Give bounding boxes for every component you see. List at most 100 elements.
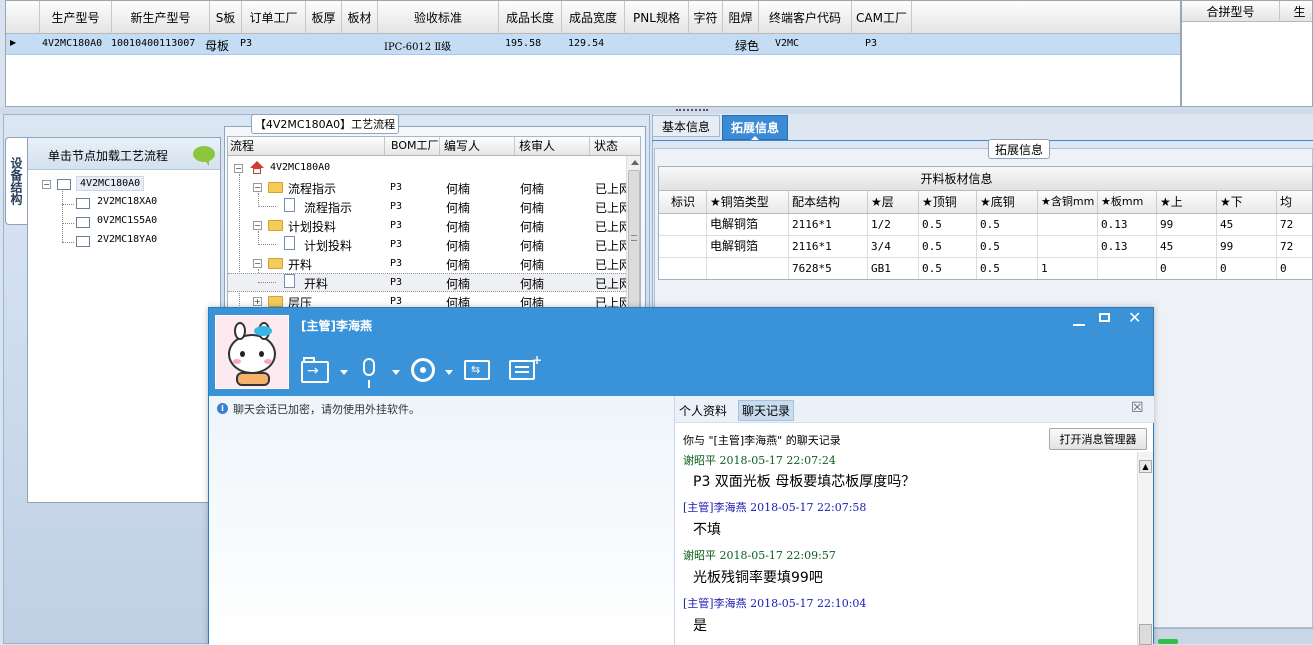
collapse-icon[interactable]: − bbox=[253, 259, 262, 268]
col-header[interactable]: 板材 bbox=[342, 1, 378, 34]
tab-basic-info[interactable]: 基本信息 bbox=[652, 115, 720, 137]
flow-tab[interactable]: 【4V2MC180A0】工艺流程 bbox=[251, 114, 399, 134]
table-row[interactable]: 电解铜箔 2116*1 3/4 0.5 0.5 0.13 45 99 72 bbox=[659, 236, 1312, 258]
message-area[interactable]: i 聊天会话已加密，请勿使用外挂软件。 bbox=[209, 396, 674, 645]
minimize-icon[interactable] bbox=[1073, 324, 1085, 326]
screen-share-icon[interactable]: ⇆ bbox=[464, 360, 490, 380]
cell: 0.5 bbox=[977, 214, 1038, 235]
tab-profile[interactable]: 个人资料 bbox=[679, 402, 727, 419]
col-header[interactable]: ★铜箔类型 bbox=[707, 191, 789, 213]
tab-history[interactable]: 聊天记录 bbox=[738, 400, 795, 421]
col-header[interactable]: ★底铜 bbox=[977, 191, 1038, 213]
cell: 4V2MC180A0 bbox=[42, 38, 103, 49]
flow-root-label[interactable]: 4V2MC180A0 bbox=[270, 162, 330, 173]
writer: 何楠 bbox=[446, 258, 471, 272]
merge-model-header-2[interactable]: 生 bbox=[1280, 1, 1312, 22]
dropdown-arrow-icon[interactable] bbox=[392, 370, 400, 375]
tree-body: − 4V2MC180A0 2V2MC18XA0 0V2MC1S5A0 2V2MC… bbox=[32, 172, 212, 502]
col-header[interactable]: ★顶铜 bbox=[919, 191, 977, 213]
cell: 1/2 bbox=[868, 214, 919, 235]
close-panel-icon[interactable]: ☒ bbox=[1131, 400, 1144, 416]
flow-grid-scrollbar[interactable] bbox=[626, 156, 640, 315]
flow-step-name[interactable]: 开料 bbox=[288, 256, 312, 273]
dropdown-arrow-icon[interactable] bbox=[445, 370, 453, 375]
col-header[interactable]: CAM工厂 bbox=[852, 1, 912, 34]
col-header[interactable]: 状态 bbox=[590, 137, 630, 155]
table-row[interactable]: 7628*5 GB1 0.5 0.5 1 0 0 0 bbox=[659, 258, 1312, 279]
horizontal-splitter[interactable] bbox=[0, 107, 1313, 114]
message-sender: [主管]李海燕 2018-05-17 22:10:04 bbox=[683, 595, 866, 611]
col-header[interactable]: BOM工厂 bbox=[385, 137, 440, 155]
col-header[interactable]: 流程 bbox=[228, 137, 385, 155]
col-header[interactable]: ★上 bbox=[1157, 191, 1217, 213]
history-scrollbar[interactable]: ▲ bbox=[1137, 452, 1153, 645]
col-header[interactable]: 板厚 bbox=[306, 1, 342, 34]
tree-item[interactable]: 2V2MC18XA0 bbox=[97, 196, 157, 207]
flow-step-name[interactable]: 流程指示 bbox=[288, 180, 336, 197]
bom-factory: P3 bbox=[390, 182, 403, 193]
scroll-thumb[interactable] bbox=[1139, 624, 1152, 645]
col-header[interactable]: 生产型号 bbox=[40, 1, 112, 34]
col-header[interactable]: ★层 bbox=[868, 191, 919, 213]
cell: P3 bbox=[865, 38, 878, 49]
collapse-icon[interactable]: − bbox=[42, 180, 51, 189]
flow-grid: 流程 BOM工厂 编写人 核审人 状态 − 4V2MC180A0 − 流程指示 … bbox=[227, 136, 641, 316]
avatar[interactable] bbox=[215, 315, 289, 389]
scroll-up-icon[interactable]: ▲ bbox=[1139, 460, 1152, 473]
close-icon[interactable]: ✕ bbox=[1128, 308, 1141, 327]
col-header[interactable]: 新生产型号 bbox=[112, 1, 210, 34]
message-add-icon[interactable]: + bbox=[509, 353, 542, 380]
history-title: 你与 "[主管]李海燕" 的聊天记录 bbox=[683, 434, 841, 447]
col-header[interactable]: S板 bbox=[210, 1, 242, 34]
cell: 0.5 bbox=[919, 258, 977, 279]
expand-icon[interactable]: + bbox=[253, 297, 262, 306]
collapse-icon[interactable]: − bbox=[253, 183, 262, 192]
camera-icon[interactable] bbox=[411, 358, 435, 382]
col-header[interactable]: 编写人 bbox=[440, 137, 515, 155]
open-message-manager-button[interactable]: 打开消息管理器 bbox=[1049, 428, 1147, 450]
cell: 0.5 bbox=[919, 214, 977, 235]
tree-item[interactable]: 2V2MC18YA0 bbox=[97, 234, 157, 245]
col-header[interactable]: 成品宽度 bbox=[562, 1, 625, 34]
col-header[interactable]: 阻焊 bbox=[723, 1, 759, 34]
maximize-icon[interactable] bbox=[1099, 313, 1110, 322]
flow-step-name[interactable]: 开料 bbox=[304, 275, 328, 292]
tree-item[interactable]: 0V2MC1S5A0 bbox=[97, 215, 157, 226]
top-grid: 生产型号 新生产型号 S板 订单工厂 板厚 板材 验收标准 成品长度 成品宽度 … bbox=[5, 0, 1181, 107]
microphone-icon[interactable] bbox=[363, 358, 375, 388]
col-header[interactable]: 验收标准 bbox=[378, 1, 499, 34]
cell bbox=[1098, 258, 1157, 279]
flow-step-name[interactable]: 流程指示 bbox=[304, 199, 352, 216]
dropdown-arrow-icon[interactable] bbox=[340, 370, 348, 375]
col-header[interactable]: ★含铜mm bbox=[1038, 191, 1098, 213]
tree-root-label[interactable]: 4V2MC180A0 bbox=[76, 176, 145, 191]
side-tab-device-structure[interactable]: 设备结构 bbox=[5, 137, 27, 225]
document-icon bbox=[284, 236, 295, 250]
collapse-icon[interactable]: − bbox=[234, 164, 243, 173]
col-header[interactable]: 终端客户代码 bbox=[759, 1, 852, 34]
col-header[interactable]: 核审人 bbox=[515, 137, 590, 155]
flow-step-name[interactable]: 计划投料 bbox=[288, 218, 336, 235]
avatar-face bbox=[228, 334, 276, 374]
table-row[interactable]: 电解铜箔 2116*1 1/2 0.5 0.5 0.13 99 45 72 bbox=[659, 214, 1312, 236]
col-header[interactable]: ★板mm bbox=[1098, 191, 1157, 213]
col-header[interactable]: 订单工厂 bbox=[242, 1, 306, 34]
col-header[interactable]: 成品长度 bbox=[499, 1, 562, 34]
col-header[interactable]: 字符 bbox=[689, 1, 723, 34]
message-text: 是 bbox=[693, 618, 707, 634]
col-header[interactable]: 标识 bbox=[659, 191, 707, 213]
col-header[interactable]: 均 bbox=[1277, 191, 1312, 213]
folder-icon bbox=[268, 220, 283, 231]
open-message-manager-label: 打开消息管理器 bbox=[1059, 433, 1137, 446]
flow-step-name[interactable]: 计划投料 bbox=[304, 237, 352, 254]
col-header[interactable]: ★下 bbox=[1217, 191, 1277, 213]
send-file-icon[interactable]: → bbox=[301, 357, 329, 383]
collapse-icon[interactable]: − bbox=[253, 221, 262, 230]
scroll-up-icon[interactable] bbox=[631, 160, 639, 165]
merge-model-header[interactable]: 合拼型号 bbox=[1182, 1, 1280, 22]
table-row[interactable]: ▶ 4V2MC180A0 10010400113007 母板 P3 IPC-60… bbox=[6, 34, 1180, 55]
tree-connector bbox=[258, 244, 276, 245]
col-header[interactable]: PNL规格 bbox=[625, 1, 689, 34]
tree-connector bbox=[62, 191, 63, 242]
col-header[interactable]: 配本结构 bbox=[789, 191, 868, 213]
